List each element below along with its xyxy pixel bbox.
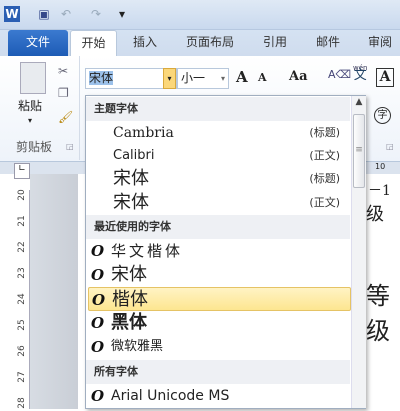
- paste-button[interactable]: 粘贴: [18, 97, 42, 114]
- opentype-icon: O: [91, 242, 105, 260]
- tab-home[interactable]: 开始: [70, 30, 117, 57]
- clipboard-launcher-icon[interactable]: ◲: [66, 142, 74, 151]
- scroll-thumb[interactable]: ≡: [353, 114, 365, 188]
- font-item-calibri[interactable]: Calibri (正文): [86, 144, 350, 168]
- doc-text: －1: [368, 183, 391, 199]
- font-item-arial-unicode[interactable]: O Arial Unicode MS: [86, 384, 350, 408]
- tab-references[interactable]: 引用: [255, 30, 295, 56]
- enclose-characters-button[interactable]: 字: [374, 107, 391, 124]
- paste-dropdown-icon[interactable]: ▾: [28, 116, 32, 125]
- font-item-songti-heading[interactable]: 宋体 (标题): [86, 167, 350, 191]
- doc-text: 级: [366, 204, 384, 225]
- font-size-input[interactable]: 小一 ▾: [177, 68, 229, 89]
- redo-icon[interactable]: ↷: [88, 6, 104, 22]
- scroll-up-button[interactable]: ▲: [353, 97, 365, 113]
- tab-review[interactable]: 审阅: [360, 30, 400, 56]
- clear-formatting-icon[interactable]: A⌫: [328, 68, 351, 81]
- font-item-kaiti-selected[interactable]: O 楷体: [88, 287, 351, 311]
- tab-page-layout[interactable]: 页面布局: [180, 30, 240, 56]
- font-dropdown-button[interactable]: ▾: [163, 68, 176, 89]
- format-painter-icon[interactable]: 🖌: [58, 110, 73, 124]
- font-dropdown-list: 主题字体 Cambria (标题) Calibri (正文) 宋体 (标题) 宋体 (正…: [85, 95, 366, 409]
- tab-insert[interactable]: 插入: [125, 30, 165, 56]
- font-item-heiti[interactable]: O 黑体: [86, 311, 350, 335]
- font-launcher-icon[interactable]: ◲: [386, 142, 394, 151]
- ruler-mark: 10: [375, 162, 386, 171]
- opentype-icon: O: [91, 387, 105, 405]
- font-item-cambria[interactable]: Cambria (标题): [86, 121, 350, 145]
- clipboard-group-label: 剪贴板: [16, 140, 53, 154]
- opentype-icon: O: [92, 291, 106, 309]
- font-item-songti[interactable]: O 宋体: [86, 263, 350, 287]
- shrink-font-button[interactable]: A: [258, 71, 267, 84]
- grow-font-button[interactable]: A: [236, 68, 248, 86]
- word-logo-icon: W: [4, 6, 20, 22]
- doc-text: 等级: [366, 282, 390, 345]
- opentype-icon: O: [91, 338, 105, 356]
- copy-icon[interactable]: ❐: [58, 86, 69, 100]
- change-case-button[interactable]: Aa: [289, 69, 308, 84]
- tab-mailings[interactable]: 邮件: [308, 30, 348, 56]
- theme-fonts-header: 主题字体: [86, 97, 350, 121]
- font-item-stkaiti[interactable]: O 华文楷体: [86, 239, 350, 263]
- vertical-ruler: 20 21 22 23 24 25 26 27 28: [14, 189, 30, 409]
- cut-icon[interactable]: ✂: [58, 64, 68, 78]
- opentype-icon: O: [91, 314, 105, 332]
- document-gutter: [30, 174, 78, 409]
- tab-file[interactable]: 文件: [8, 30, 68, 56]
- recent-fonts-header: 最近使用的字体: [86, 215, 350, 239]
- divider: [79, 56, 80, 160]
- paste-icon[interactable]: [20, 62, 46, 94]
- font-size-value: 小一: [181, 71, 206, 85]
- phonetic-guide-button[interactable]: wén 文: [353, 64, 367, 82]
- ribbon-tabs: 文件 开始 插入 页面布局 引用 邮件 审阅: [0, 30, 400, 57]
- title-bar: W ▣ ↶ ↷ ▾: [0, 0, 400, 30]
- undo-icon[interactable]: ↶: [58, 6, 74, 22]
- font-item-yahei[interactable]: O 微软雅黑: [86, 335, 350, 359]
- font-item-songti-body[interactable]: 宋体 (正文): [86, 191, 350, 215]
- tab-selector-button[interactable]: ∟: [14, 163, 30, 179]
- opentype-icon: O: [91, 266, 105, 284]
- save-icon[interactable]: ▣: [36, 6, 52, 22]
- dropdown-scrollbar[interactable]: ▲ ≡: [351, 96, 366, 408]
- all-fonts-header: 所有字体: [86, 360, 350, 384]
- character-border-button[interactable]: A: [376, 68, 394, 87]
- font-name-value: 宋体: [89, 71, 114, 85]
- customize-toolbar-button[interactable]: ▾: [114, 6, 130, 22]
